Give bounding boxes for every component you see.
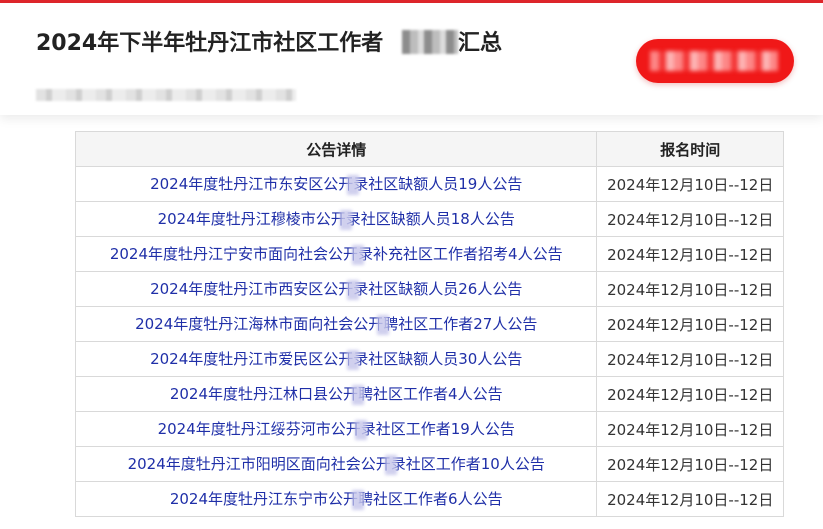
announcement-cell: 2024年度牡丹江东宁市公开聘社区工作者6人公告: [74, 481, 598, 517]
table-row: 2024年度牡丹江市东安区公开录社区缺额人员19人公告 2024年12月10日-…: [74, 166, 784, 202]
announcement-table-wrapper: 公告详情 报名时间 2024年度牡丹江市东安区公开录社区缺额人员19人公告 20…: [74, 131, 784, 517]
redaction-blot: [352, 244, 365, 265]
signup-time: 2024年12月10日--12日: [596, 201, 784, 237]
announcement-cell: 2024年度牡丹江市阳明区面向社会公开录社区工作者10人公告: [74, 446, 598, 482]
table-row: 2024年度牡丹江林口县公开聘社区工作者4人公告 2024年12月10日--12…: [74, 376, 784, 412]
table-row: 2024年度牡丹江穆棱市公开录社区缺额人员18人公告 2024年12月10日--…: [74, 201, 784, 237]
page-title-tail: 汇总: [458, 31, 503, 56]
announcement-link[interactable]: 2024年度牡丹江林口县公开聘社区工作者4人公告: [170, 384, 503, 405]
announcement-link[interactable]: 2024年度牡丹江绥芬河市公开录社区工作者19人公告: [158, 419, 515, 440]
announcement-link[interactable]: 2024年度牡丹江市西安区公开录社区缺额人员26人公告: [150, 279, 522, 300]
announcement-cell: 2024年度牡丹江绥芬河市公开录社区工作者19人公告: [74, 411, 598, 447]
redaction-blot: [377, 314, 390, 335]
announcement-cell: 2024年度牡丹江市爱民区公开录社区缺额人员30人公告: [74, 341, 598, 377]
table-row: 2024年度牡丹江绥芬河市公开录社区工作者19人公告 2024年12月10日--…: [74, 411, 784, 447]
redaction-blot: [354, 419, 367, 440]
table-row: 2024年度牡丹江海林市面向社会公开聘社区工作者27人公告 2024年12月10…: [74, 306, 784, 342]
redacted-title-segment: [402, 30, 458, 54]
announcement-link[interactable]: 2024年度牡丹江穆棱市公开录社区缺额人员18人公告: [158, 209, 515, 230]
announcement-link[interactable]: 2024年度牡丹江东宁市公开聘社区工作者6人公告: [170, 489, 503, 510]
signup-time: 2024年12月10日--12日: [596, 341, 784, 377]
table-row: 2024年度牡丹江市爱民区公开录社区缺额人员30人公告 2024年12月10日-…: [74, 341, 784, 377]
redacted-button-label: [650, 51, 778, 71]
table-row: 2024年度牡丹江市西安区公开录社区缺额人员26人公告 2024年12月10日-…: [74, 271, 784, 307]
redacted-subline: [36, 89, 296, 101]
table-row: 2024年度牡丹江宁安市面向社会公开录补充社区工作者招考4人公告 2024年12…: [74, 236, 784, 272]
signup-time: 2024年12月10日--12日: [596, 306, 784, 342]
redaction-blot: [347, 279, 360, 300]
announcement-cell: 2024年度牡丹江市东安区公开录社区缺额人员19人公告: [74, 166, 598, 202]
announcement-link[interactable]: 2024年度牡丹江海林市面向社会公开聘社区工作者27人公告: [135, 314, 537, 335]
table-row: 2024年度牡丹江东宁市公开聘社区工作者6人公告 2024年12月10日--12…: [74, 481, 784, 517]
signup-time: 2024年12月10日--12日: [596, 236, 784, 272]
redaction-blot: [347, 349, 360, 370]
redaction-blot: [347, 174, 360, 195]
signup-time: 2024年12月10日--12日: [596, 376, 784, 412]
announcement-link[interactable]: 2024年度牡丹江宁安市面向社会公开录补充社区工作者招考4人公告: [110, 244, 563, 265]
announcement-cell: 2024年度牡丹江林口县公开聘社区工作者4人公告: [74, 376, 598, 412]
header-action-button[interactable]: [636, 39, 794, 83]
redaction-blot: [384, 454, 397, 475]
signup-time: 2024年12月10日--12日: [596, 271, 784, 307]
announcement-link[interactable]: 2024年度牡丹江市阳明区面向社会公开录社区工作者10人公告: [128, 454, 545, 475]
redaction-blot: [352, 384, 365, 405]
announcement-table: 公告详情 报名时间 2024年度牡丹江市东安区公开录社区缺额人员19人公告 20…: [74, 131, 784, 517]
announcement-cell: 2024年度牡丹江宁安市面向社会公开录补充社区工作者招考4人公告: [74, 236, 598, 272]
signup-time: 2024年12月10日--12日: [596, 166, 784, 202]
announcement-cell: 2024年度牡丹江市西安区公开录社区缺额人员26人公告: [74, 271, 598, 307]
redaction-blot: [339, 209, 352, 230]
table-row: 2024年度牡丹江市阳明区面向社会公开录社区工作者10人公告 2024年12月1…: [74, 446, 784, 482]
announcement-link[interactable]: 2024年度牡丹江市爱民区公开录社区缺额人员30人公告: [150, 349, 522, 370]
page-title: 2024年下半年牡丹江市社区工作者: [36, 31, 384, 56]
signup-time: 2024年12月10日--12日: [596, 411, 784, 447]
announcement-link[interactable]: 2024年度牡丹江市东安区公开录社区缺额人员19人公告: [150, 174, 522, 195]
redaction-blot: [352, 489, 365, 510]
announcement-cell: 2024年度牡丹江海林市面向社会公开聘社区工作者27人公告: [74, 306, 598, 342]
column-header-detail: 公告详情: [74, 131, 598, 167]
announcement-cell: 2024年度牡丹江穆棱市公开录社区缺额人员18人公告: [74, 201, 598, 237]
column-header-time: 报名时间: [596, 131, 784, 167]
signup-time: 2024年12月10日--12日: [596, 446, 784, 482]
table-header-row: 公告详情 报名时间: [74, 131, 784, 167]
page-header: 2024年下半年牡丹江市社区工作者 汇总: [0, 3, 823, 115]
signup-time: 2024年12月10日--12日: [596, 481, 784, 517]
